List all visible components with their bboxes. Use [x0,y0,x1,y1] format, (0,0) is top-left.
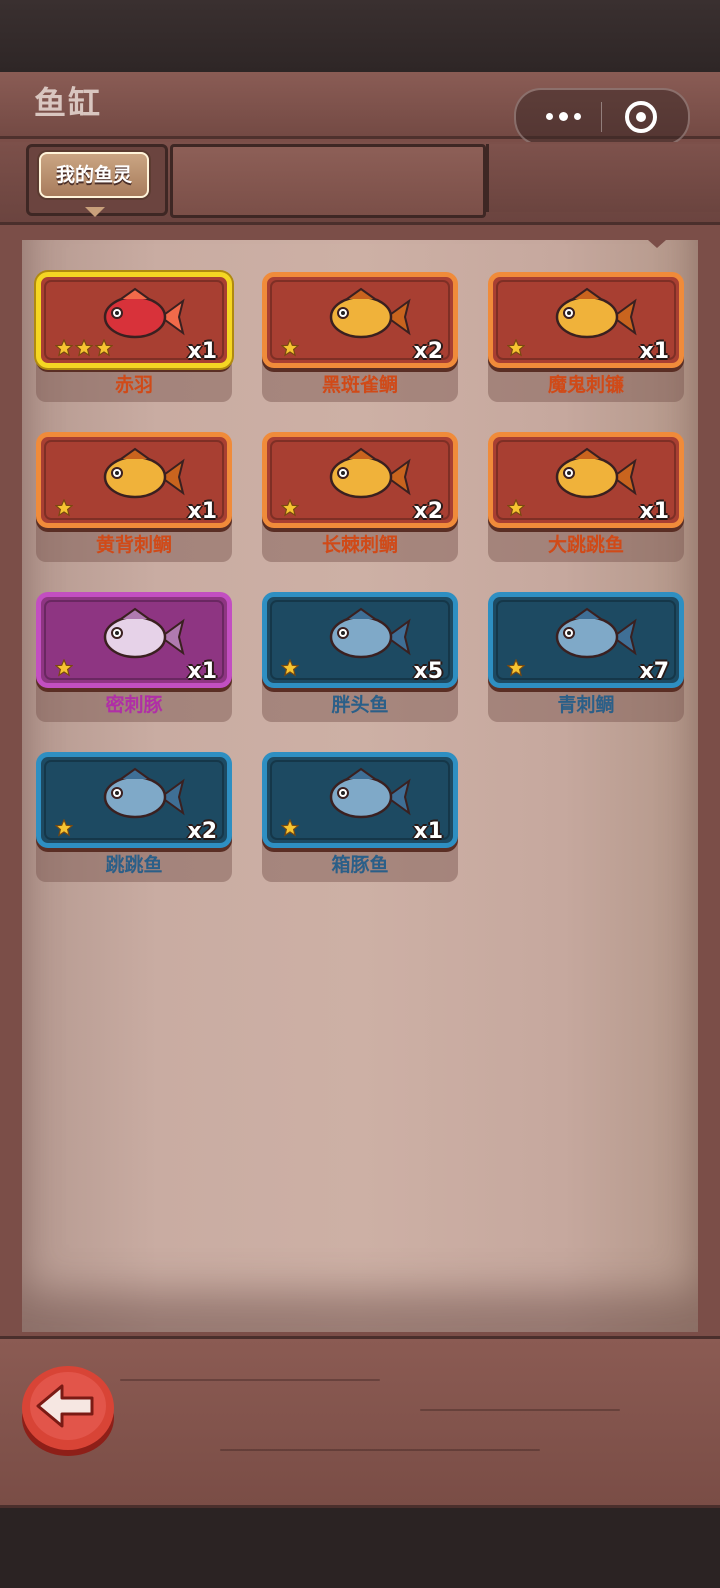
boxfish-icon [329,767,411,819]
fish-name: 赤羽 [114,374,153,396]
status-bar-area [0,0,720,72]
fish-name: 黄背刺鲷 [95,534,172,556]
fish-name: 胖头鱼 [331,694,389,716]
fish-card-frame: x1 [36,272,232,368]
mini-program-close-icon[interactable] [623,99,659,135]
fish-card[interactable]: x5 胖头鱼 [262,592,458,722]
star-rating [280,658,301,679]
panel-notch [648,240,666,248]
fish-name: 魔鬼刺镰 [547,374,624,396]
star-icon [506,338,526,357]
fish-count: x7 [639,659,670,684]
star-rating [280,338,301,359]
fish-count: x2 [413,499,444,524]
fish-card-frame: x2 [36,752,232,848]
tab-plank-empty [170,144,486,218]
grey-fish-icon [103,767,185,819]
tab-my-fish[interactable]: 我的鱼灵 [26,144,168,217]
tab-pointer-icon [85,207,105,217]
blue-spiny-fish-icon [555,607,637,659]
fish-count: x2 [187,819,218,844]
back-arrow-icon[interactable] [20,1362,116,1458]
lionfish-icon [329,287,411,339]
fish-card-frame: x1 [36,432,232,528]
star-rating [506,498,527,519]
capsule-divider [601,102,602,132]
star-rating [54,658,75,679]
star-icon [74,338,94,357]
tab-my-fish-label: 我的鱼灵 [39,152,149,198]
fish-count: x2 [413,339,444,364]
star-icon [54,338,74,357]
fish-card[interactable]: x1 赤羽 [36,272,232,402]
star-icon [54,498,74,517]
moorish-idol-icon [555,287,637,339]
star-icon [280,338,300,357]
round-blue-fish-icon [329,607,411,659]
fish-name: 大跳跳鱼 [547,534,624,556]
star-rating [54,338,115,359]
mini-program-capsule [514,88,690,146]
fish-name: 黑斑雀鲷 [321,374,398,396]
star-icon [54,658,74,677]
star-rating [506,338,527,359]
red-fish-icon [103,287,185,339]
fish-card[interactable]: x1 黄背刺鲷 [36,432,232,562]
star-icon [280,498,300,517]
fish-card[interactable]: x2 黑斑雀鲷 [262,272,458,402]
fish-count: x1 [639,499,670,524]
fish-card[interactable]: x2 长棘刺鲷 [262,432,458,562]
star-icon [506,498,526,517]
fish-card[interactable]: x1 魔鬼刺镰 [488,272,684,402]
fish-card-frame: x2 [262,272,458,368]
star-rating [506,658,527,679]
fish-card-frame: x1 [488,432,684,528]
fish-card-frame: x1 [262,752,458,848]
star-rating [54,818,75,839]
star-icon [506,658,526,677]
fish-name: 跳跳鱼 [105,854,163,876]
fish-count: x1 [639,339,670,364]
fish-count: x1 [187,499,218,524]
fish-count: x1 [187,659,218,684]
fish-card-frame: x1 [36,592,232,688]
fish-name: 长棘刺鲷 [321,534,398,556]
yellow-fish-icon [103,447,185,499]
fish-card[interactable]: x2 跳跳鱼 [36,752,232,882]
star-rating [280,818,301,839]
fish-card[interactable]: x1 箱豚鱼 [262,752,458,882]
star-icon [280,658,300,677]
fish-card-frame: x5 [262,592,458,688]
fish-count: x5 [413,659,444,684]
fish-count: x1 [187,339,218,364]
fish-card-frame: x2 [262,432,458,528]
star-icon [94,338,114,357]
fish-card-frame: x7 [488,592,684,688]
fish-name: 青刺鲷 [557,694,615,716]
spiny-yellow-fish-icon [329,447,411,499]
fish-name: 箱豚鱼 [331,854,389,876]
fish-name: 密刺豚 [105,694,163,716]
fish-count: x1 [413,819,444,844]
page-title: 鱼缸 [34,84,103,122]
tab-plank-right [486,144,720,212]
mudskipper-icon [555,447,637,499]
star-icon [280,818,300,837]
star-icon [54,818,74,837]
pufferfish-icon [103,607,185,659]
more-dots-icon[interactable] [538,103,588,129]
fish-card[interactable]: x1 大跳跳鱼 [488,432,684,562]
fish-card[interactable]: x7 青刺鲷 [488,592,684,722]
fish-card[interactable]: x1 密刺豚 [36,592,232,722]
fish-card-frame: x1 [488,272,684,368]
star-rating [280,498,301,519]
star-rating [54,498,75,519]
